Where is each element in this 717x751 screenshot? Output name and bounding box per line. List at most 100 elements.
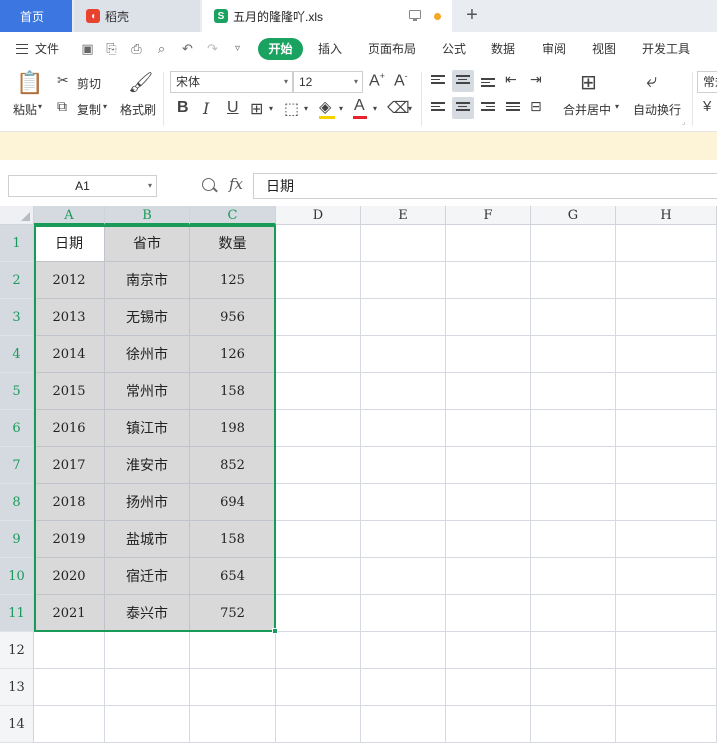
cell-a10[interactable]: 2020: [34, 558, 105, 595]
row-header-7[interactable]: 7: [0, 447, 34, 484]
cell-d7[interactable]: [276, 447, 361, 484]
cell-style-dropdown-icon[interactable]: ▾: [304, 104, 308, 113]
cell-f7[interactable]: [446, 447, 531, 484]
cell-g8[interactable]: [531, 484, 616, 521]
cell-c8[interactable]: 694: [190, 484, 276, 521]
cell-h7[interactable]: [616, 447, 717, 484]
cell-d12[interactable]: [276, 632, 361, 669]
cell-a6[interactable]: 2016: [34, 410, 105, 447]
cell-h14[interactable]: [616, 706, 717, 743]
cell-c3[interactable]: 956: [190, 299, 276, 336]
column-header-a[interactable]: A: [34, 206, 105, 225]
cell-d3[interactable]: [276, 299, 361, 336]
cell-g2[interactable]: [531, 262, 616, 299]
cell-h11[interactable]: [616, 595, 717, 632]
align-bottom-icon[interactable]: [481, 78, 495, 90]
cell-h8[interactable]: [616, 484, 717, 521]
merge-center-button[interactable]: 合并居中: [563, 101, 611, 118]
cell-h9[interactable]: [616, 521, 717, 558]
row-header-12[interactable]: 12: [0, 632, 34, 669]
cell-f5[interactable]: [446, 373, 531, 410]
cell-a2[interactable]: 2012: [34, 262, 105, 299]
cell-f12[interactable]: [446, 632, 531, 669]
row-header-5[interactable]: 5: [0, 373, 34, 410]
cell-g3[interactable]: [531, 299, 616, 336]
row-header-9[interactable]: 9: [0, 521, 34, 558]
cell-a9[interactable]: 2019: [34, 521, 105, 558]
merge-center-dropdown-icon[interactable]: ▾: [615, 102, 619, 111]
cell-d10[interactable]: [276, 558, 361, 595]
cell-a13[interactable]: [34, 669, 105, 706]
cell-h10[interactable]: [616, 558, 717, 595]
row-header-13[interactable]: 13: [0, 669, 34, 706]
hamburger-icon[interactable]: [16, 44, 28, 54]
row-header-14[interactable]: 14: [0, 706, 34, 743]
cell-f1[interactable]: [446, 225, 531, 262]
cell-c9[interactable]: 158: [190, 521, 276, 558]
italic-icon[interactable]: I: [203, 99, 209, 118]
format-painter-button[interactable]: 格式刷: [120, 101, 156, 118]
cell-b14[interactable]: [105, 706, 190, 743]
scissors-icon[interactable]: ✂: [57, 72, 69, 89]
decrease-indent-icon[interactable]: ⇤: [505, 71, 517, 88]
menu-insert[interactable]: 插入: [318, 40, 342, 58]
cell-f3[interactable]: [446, 299, 531, 336]
bold-icon[interactable]: B: [177, 99, 189, 117]
row-header-4[interactable]: 4: [0, 336, 34, 373]
cell-f4[interactable]: [446, 336, 531, 373]
cell-a4[interactable]: 2014: [34, 336, 105, 373]
merge-center-icon[interactable]: ⊞: [580, 70, 597, 95]
cell-c2[interactable]: 125: [190, 262, 276, 299]
justify-icon[interactable]: [506, 102, 520, 114]
align-top-icon[interactable]: [431, 75, 445, 87]
cell-f13[interactable]: [446, 669, 531, 706]
cell-d1[interactable]: [276, 225, 361, 262]
row-header-1[interactable]: 1: [0, 225, 34, 262]
cell-e5[interactable]: [361, 373, 446, 410]
cell-g10[interactable]: [531, 558, 616, 595]
cell-e4[interactable]: [361, 336, 446, 373]
wrap-text-icon[interactable]: ⤶: [646, 70, 657, 93]
font-name-select[interactable]: 宋体 ▾: [170, 71, 293, 93]
alignment-expand-icon[interactable]: ⌟: [682, 118, 685, 126]
cell-f2[interactable]: [446, 262, 531, 299]
cell-c6[interactable]: 198: [190, 410, 276, 447]
paste-button[interactable]: 粘贴: [13, 101, 37, 118]
cell-b2[interactable]: 南京市: [105, 262, 190, 299]
cell-d11[interactable]: [276, 595, 361, 632]
cell-d4[interactable]: [276, 336, 361, 373]
row-header-2[interactable]: 2: [0, 262, 34, 299]
cell-d9[interactable]: [276, 521, 361, 558]
align-center-icon[interactable]: [456, 102, 470, 114]
increase-font-icon[interactable]: A+: [369, 71, 385, 90]
cell-e2[interactable]: [361, 262, 446, 299]
export-icon[interactable]: ⎘: [104, 41, 119, 56]
menu-start[interactable]: 开始: [258, 38, 303, 60]
cell-a1[interactable]: 日期: [34, 225, 105, 262]
copy-icon[interactable]: ⧉: [57, 98, 67, 115]
formula-input[interactable]: 日期: [253, 173, 717, 199]
cell-h5[interactable]: [616, 373, 717, 410]
cell-h6[interactable]: [616, 410, 717, 447]
cell-h4[interactable]: [616, 336, 717, 373]
menu-view[interactable]: 视图: [592, 40, 616, 58]
cell-a11[interactable]: 2021: [34, 595, 105, 632]
menu-file[interactable]: 文件: [35, 40, 59, 58]
cell-g6[interactable]: [531, 410, 616, 447]
cell-g12[interactable]: [531, 632, 616, 669]
cell-e6[interactable]: [361, 410, 446, 447]
fill-color-icon[interactable]: ◈: [319, 97, 331, 117]
cell-c14[interactable]: [190, 706, 276, 743]
cell-f11[interactable]: [446, 595, 531, 632]
fill-color-dropdown-icon[interactable]: ▾: [339, 104, 343, 113]
menu-formula[interactable]: 公式: [442, 40, 466, 58]
cell-a7[interactable]: 2017: [34, 447, 105, 484]
cell-b13[interactable]: [105, 669, 190, 706]
cell-a12[interactable]: [34, 632, 105, 669]
cell-e7[interactable]: [361, 447, 446, 484]
fx-icon[interactable]: fx: [229, 175, 243, 193]
eraser-icon[interactable]: ⌫: [387, 98, 410, 118]
cell-g13[interactable]: [531, 669, 616, 706]
cell-e10[interactable]: [361, 558, 446, 595]
print-icon[interactable]: ⎙: [129, 41, 144, 56]
